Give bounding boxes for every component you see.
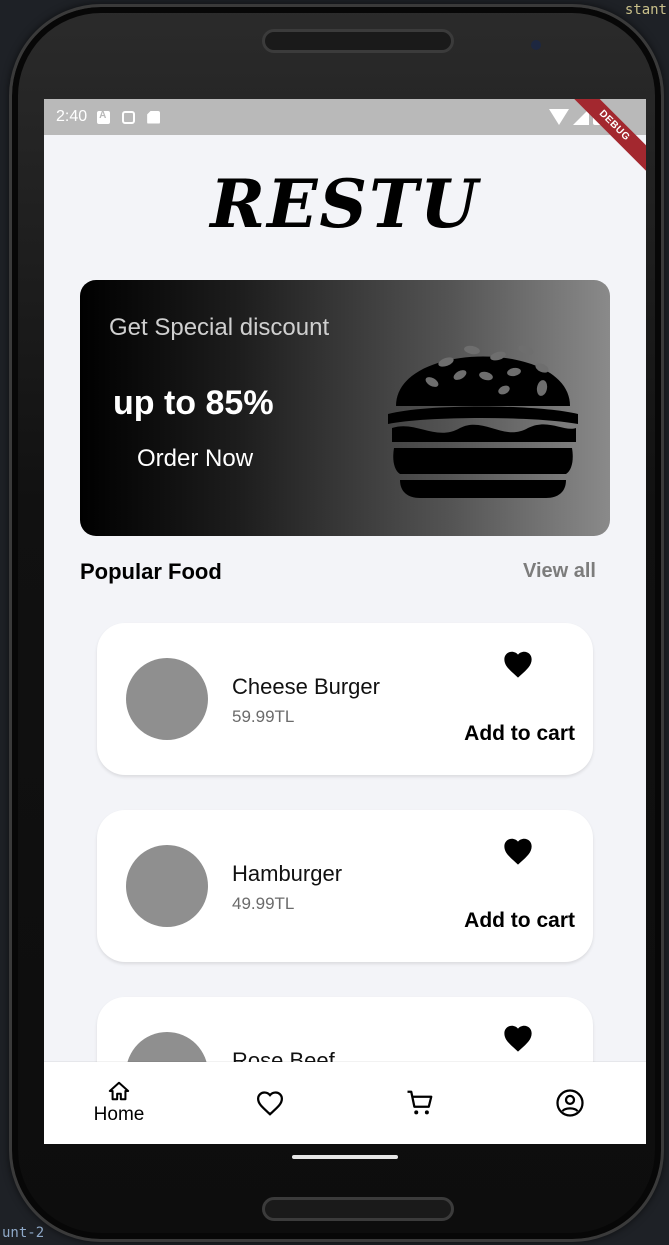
hamburger-icon (388, 345, 578, 498)
bottom-navigation: Home (44, 1062, 646, 1144)
heart-icon[interactable] (501, 836, 535, 866)
heart-icon[interactable] (501, 1023, 535, 1053)
food-image (126, 845, 208, 927)
promo-subtitle: Get Special discount (109, 314, 330, 341)
add-to-cart-button[interactable]: Add to cart (464, 722, 575, 746)
cart-icon (407, 1090, 433, 1115)
food-card[interactable]: Cheese Burger 59.99TL Add to cart (97, 623, 593, 775)
food-price: 49.99TL (232, 894, 295, 913)
earpiece-speaker (262, 29, 454, 53)
promo-banner[interactable]: Get Special discount up to 85% Order Now (80, 280, 610, 536)
food-image (126, 658, 208, 740)
nav-home[interactable]: Home (84, 1062, 154, 1144)
heart-outline-icon (256, 1091, 284, 1116)
home-icon (108, 1081, 130, 1101)
food-card[interactable]: Hamburger 49.99TL Add to cart (97, 810, 593, 962)
wifi-icon (549, 108, 569, 125)
status-bar: 2:40 (44, 99, 646, 135)
view-all-link[interactable]: View all (523, 560, 596, 583)
nav-favorites[interactable] (250, 1062, 290, 1144)
food-name: Hamburger (232, 861, 343, 886)
nav-home-label: Home (93, 1104, 145, 1125)
front-camera (531, 40, 541, 50)
add-to-cart-button[interactable]: Add to cart (464, 909, 575, 933)
gesture-home-bar[interactable] (292, 1155, 398, 1159)
food-price: 59.99TL (232, 707, 295, 726)
promo-headline: up to 85% (113, 384, 274, 422)
app-logo: RESTU (210, 165, 480, 243)
food-name: Cheese Burger (232, 674, 380, 699)
nav-account[interactable] (550, 1062, 590, 1144)
sd-card-icon (147, 110, 161, 124)
sim-icon (122, 110, 136, 124)
bottom-speaker (262, 1197, 454, 1221)
background-code-text: unt-2 (2, 1225, 45, 1241)
notification-icon (97, 110, 111, 124)
section-title: Popular Food (80, 559, 222, 584)
order-now-button[interactable]: Order Now (137, 445, 253, 473)
background-code-text: stant (624, 2, 667, 18)
heart-icon[interactable] (501, 649, 535, 679)
app-screen: 2:40 DEBUG RESTU Get Special discount up… (44, 99, 646, 1144)
nav-cart[interactable] (400, 1062, 440, 1144)
status-time: 2:40 (56, 108, 88, 125)
account-icon (556, 1089, 584, 1117)
